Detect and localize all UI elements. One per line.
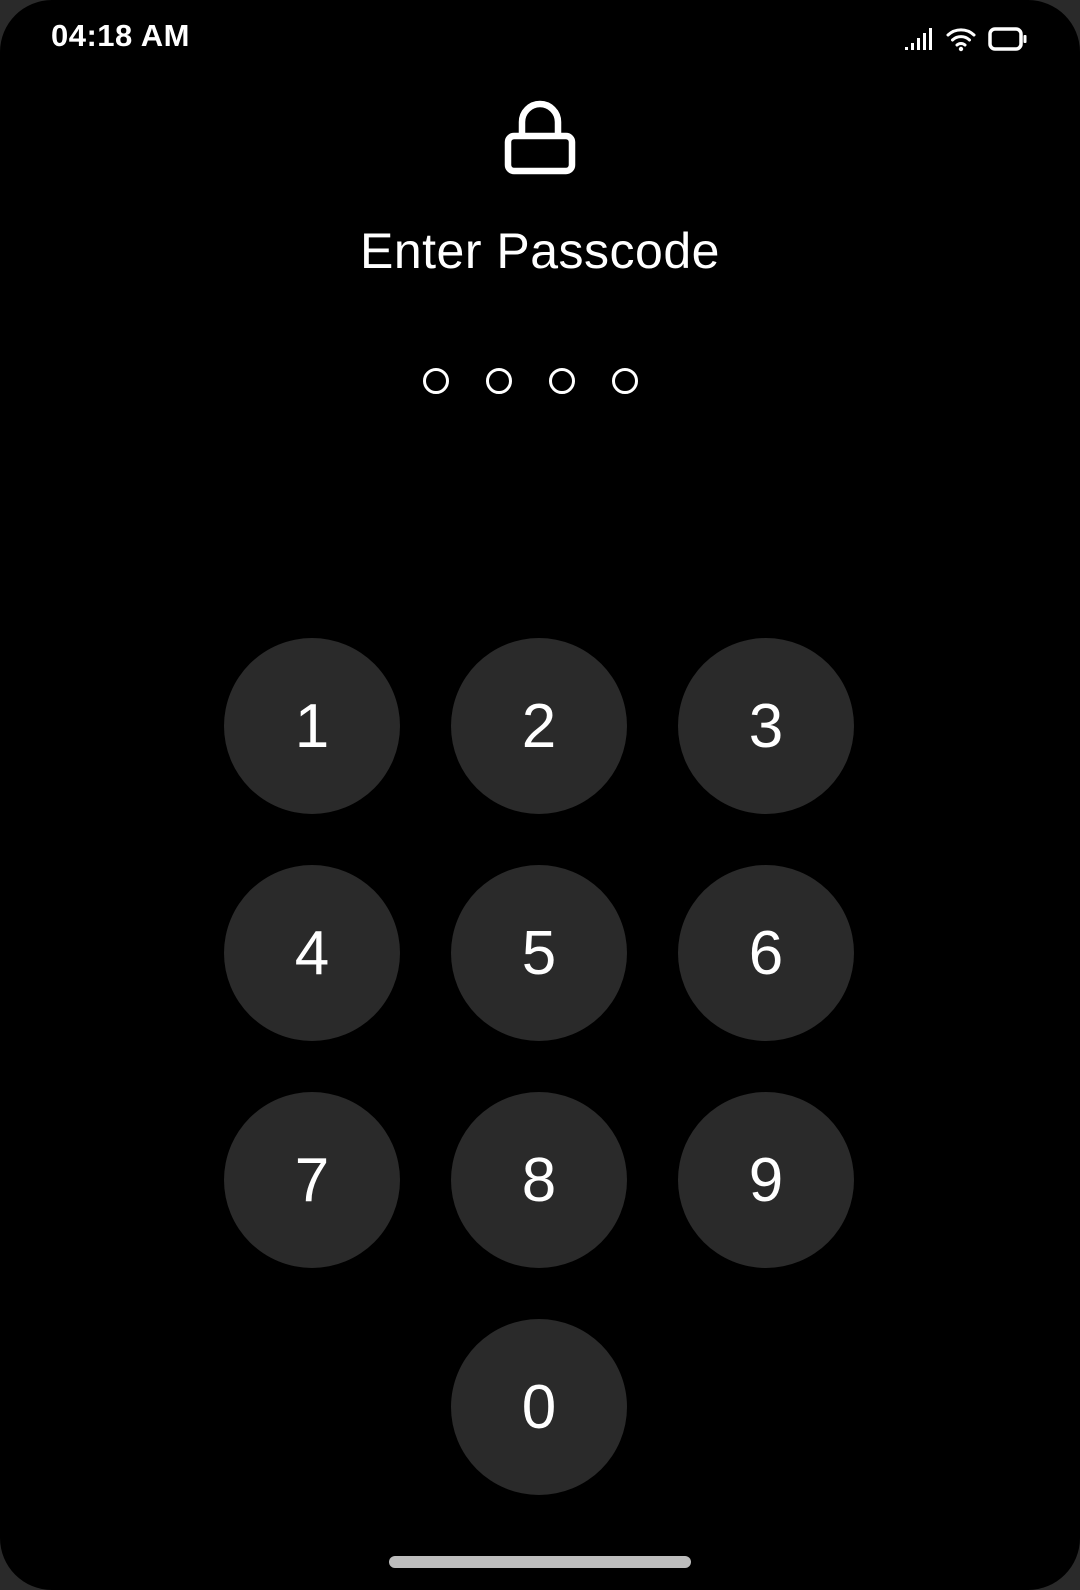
key-5-button[interactable]: 5 xyxy=(451,865,627,1041)
home-indicator[interactable] xyxy=(389,1556,691,1568)
battery-icon xyxy=(988,26,1028,52)
status-icons xyxy=(904,24,1028,54)
status-bar: 04:18 AM xyxy=(0,0,1080,80)
key-0-button[interactable]: 0 xyxy=(451,1319,627,1495)
key-3-button[interactable]: 3 xyxy=(678,638,854,814)
page-title: Enter Passcode xyxy=(360,223,720,279)
key-8-button[interactable]: 8 xyxy=(451,1092,627,1268)
key-4-button[interactable]: 4 xyxy=(224,865,400,1041)
lock-icon xyxy=(504,98,576,176)
wifi-icon xyxy=(946,26,976,52)
signal-icon xyxy=(904,27,934,51)
key-7-button[interactable]: 7 xyxy=(224,1092,400,1268)
key-2-button[interactable]: 2 xyxy=(451,638,627,814)
passcode-dot xyxy=(486,368,512,394)
passcode-dot xyxy=(612,368,638,394)
status-time: 04:18 AM xyxy=(51,18,190,53)
lock-screen: 04:18 AM Enter Passcode 1 2 3 4 5 6 7 8 … xyxy=(0,0,1080,1590)
passcode-dot xyxy=(549,368,575,394)
passcode-dots xyxy=(423,368,638,394)
key-6-button[interactable]: 6 xyxy=(678,865,854,1041)
key-1-button[interactable]: 1 xyxy=(224,638,400,814)
key-9-button[interactable]: 9 xyxy=(678,1092,854,1268)
passcode-dot xyxy=(423,368,449,394)
